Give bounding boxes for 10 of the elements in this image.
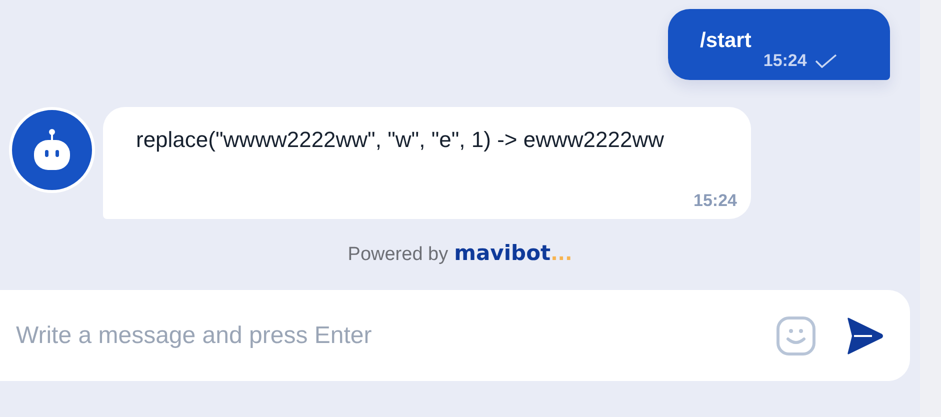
brand-dots: ... (550, 243, 572, 265)
message-time: 15:24 (763, 51, 807, 71)
message-composer[interactable]: Write a message and press Enter (0, 290, 910, 381)
powered-by-text: Powered by (348, 244, 448, 266)
smiley-icon (776, 316, 816, 356)
message-text: /start (700, 29, 752, 54)
brand-logo[interactable]: mavibot (454, 241, 551, 265)
message-input[interactable]: Write a message and press Enter (14, 320, 746, 350)
message-time: 15:24 (694, 191, 737, 210)
message-text: replace("wwww2222ww", "w", "e", 1) -> ewww2222ww (136, 126, 665, 154)
